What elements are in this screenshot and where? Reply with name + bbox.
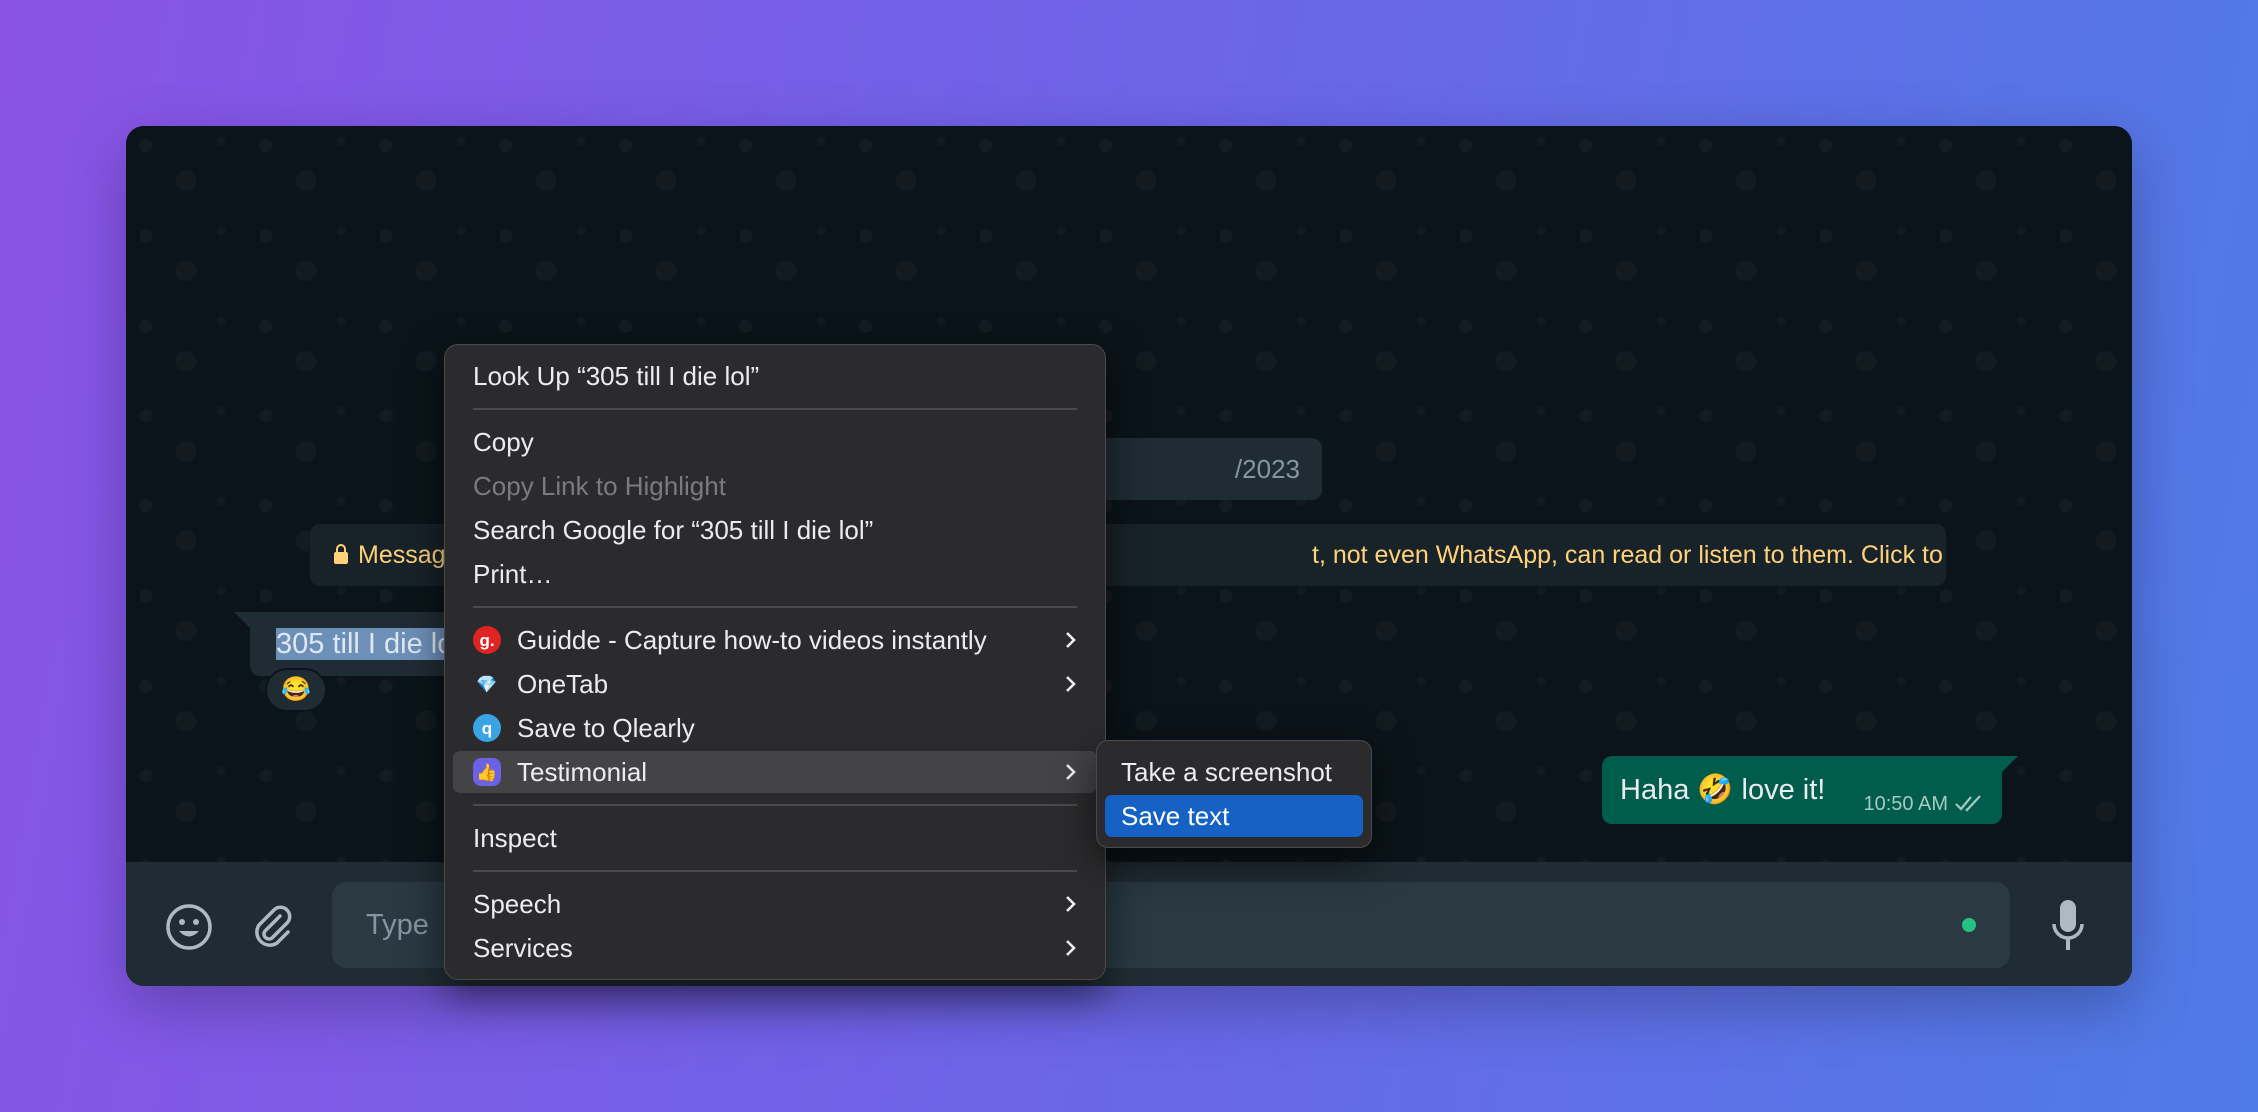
menu-item-label: OneTab [517, 669, 609, 699]
microphone-icon[interactable] [2050, 898, 2086, 954]
testimonial-submenu: Take a screenshot Save text [1096, 740, 1372, 848]
menu-item-label: Save to Qlearly [517, 713, 695, 743]
menu-item-inspect[interactable]: Inspect [453, 817, 1097, 859]
menu-item-copy-link: Copy Link to Highlight [473, 471, 726, 501]
menu-separator [473, 606, 1077, 608]
chevron-right-icon [1066, 896, 1076, 912]
menu-item-label: Speech [473, 889, 562, 919]
context-menu: Look Up “305 till I die lol” Copy Copy L… [444, 344, 1106, 980]
submenu-item-save-text[interactable]: Save text [1105, 795, 1363, 837]
thumbs-up-icon: 👍 [473, 758, 501, 786]
attach-icon[interactable] [248, 902, 296, 950]
lock-icon [334, 544, 348, 564]
double-check-icon [1955, 795, 1981, 812]
emoji-icon[interactable] [164, 902, 214, 952]
guidde-icon: g. [473, 626, 501, 654]
status-dot [1962, 918, 1976, 932]
message-composer [126, 862, 2132, 986]
chevron-right-icon [1066, 940, 1076, 956]
outgoing-message-text: Haha 🤣 love it! [1620, 774, 1826, 806]
chevron-right-icon [1066, 676, 1076, 692]
menu-item-copy[interactable]: Copy [453, 421, 1097, 463]
menu-item-services[interactable]: Services [453, 927, 1097, 969]
diamond-icon: 💎 [476, 674, 498, 694]
outgoing-message[interactable]: Haha 🤣 love it! 10:50 AM [1602, 756, 2018, 824]
message-time: 10:50 AM [1863, 793, 1948, 815]
menu-item-speech[interactable]: Speech [453, 883, 1097, 925]
menu-separator [473, 408, 1077, 410]
menu-item-onetab[interactable]: 💎 OneTab [453, 663, 1097, 705]
chevron-right-icon [1066, 632, 1076, 648]
menu-item-label: Guidde - Capture how-to videos instantly [517, 625, 987, 655]
menu-item-label: Services [473, 933, 573, 963]
menu-item-search-google[interactable]: Search Google for “305 till I die lol” [453, 509, 1097, 551]
selected-message-text[interactable]: 305 till I die lo [276, 628, 454, 660]
chevron-right-icon [1066, 764, 1076, 780]
menu-separator [473, 870, 1077, 872]
menu-separator [473, 804, 1077, 806]
qlearly-icon: q [473, 714, 501, 742]
encryption-notice-right: t, not even WhatsApp, can read or listen… [1312, 541, 1946, 569]
submenu-item-take-screenshot[interactable]: Take a screenshot [1105, 751, 1363, 793]
encryption-notice-left: Messag [358, 541, 446, 569]
menu-item-look-up[interactable]: Look Up “305 till I die lol” [453, 355, 1097, 397]
menu-item-testimonial[interactable]: 👍 Testimonial [453, 751, 1097, 793]
menu-item-print[interactable]: Print… [453, 553, 1097, 595]
whatsapp-window: /2023 Messag t, not even WhatsApp, can r… [126, 126, 2132, 986]
menu-item-guidde[interactable]: g. Guidde - Capture how-to videos instan… [453, 619, 1097, 661]
menu-item-label: Testimonial [517, 757, 648, 787]
menu-item-qlearly[interactable]: q Save to Qlearly [453, 707, 1097, 749]
date-chip: /2023 [1072, 438, 1322, 500]
reaction-emoji[interactable]: 😂 [265, 668, 327, 712]
